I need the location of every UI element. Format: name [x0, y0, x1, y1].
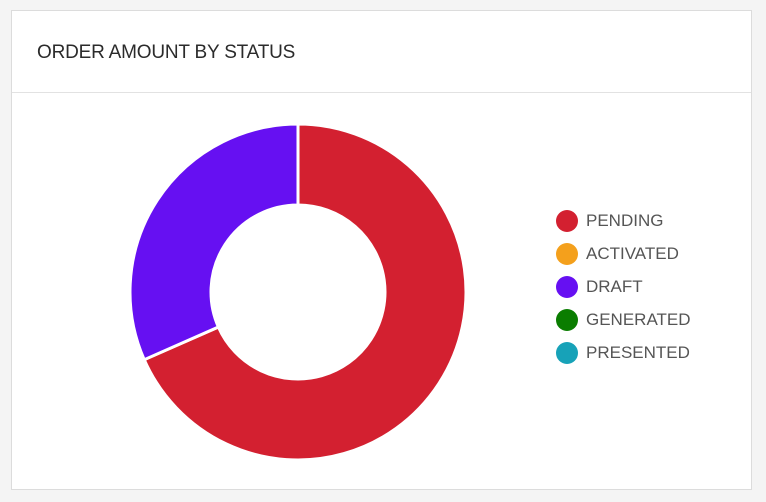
legend-swatch — [556, 242, 578, 265]
legend-label: ACTIVATED — [586, 243, 679, 263]
legend-label: DRAFT — [586, 276, 643, 296]
legend-label: GENERATED — [586, 309, 691, 329]
chart-legend: PENDING ACTIVATED DRAFT GENERATED PRESENTED — [556, 204, 691, 369]
legend-swatch — [556, 308, 578, 331]
legend-label: PRESENTED — [586, 342, 690, 362]
legend-item-draft[interactable]: DRAFT — [556, 270, 691, 303]
donut-slice-draft[interactable] — [128, 122, 300, 362]
legend-swatch — [556, 341, 578, 364]
legend-item-presented[interactable]: PRESENTED — [556, 336, 691, 369]
legend-label: PENDING — [586, 210, 664, 230]
legend-item-generated[interactable]: GENERATED — [556, 303, 691, 336]
legend-swatch — [556, 275, 578, 298]
legend-swatch — [556, 209, 578, 232]
legend-item-activated[interactable]: ACTIVATED — [556, 237, 691, 270]
legend-item-pending[interactable]: PENDING — [556, 204, 691, 237]
